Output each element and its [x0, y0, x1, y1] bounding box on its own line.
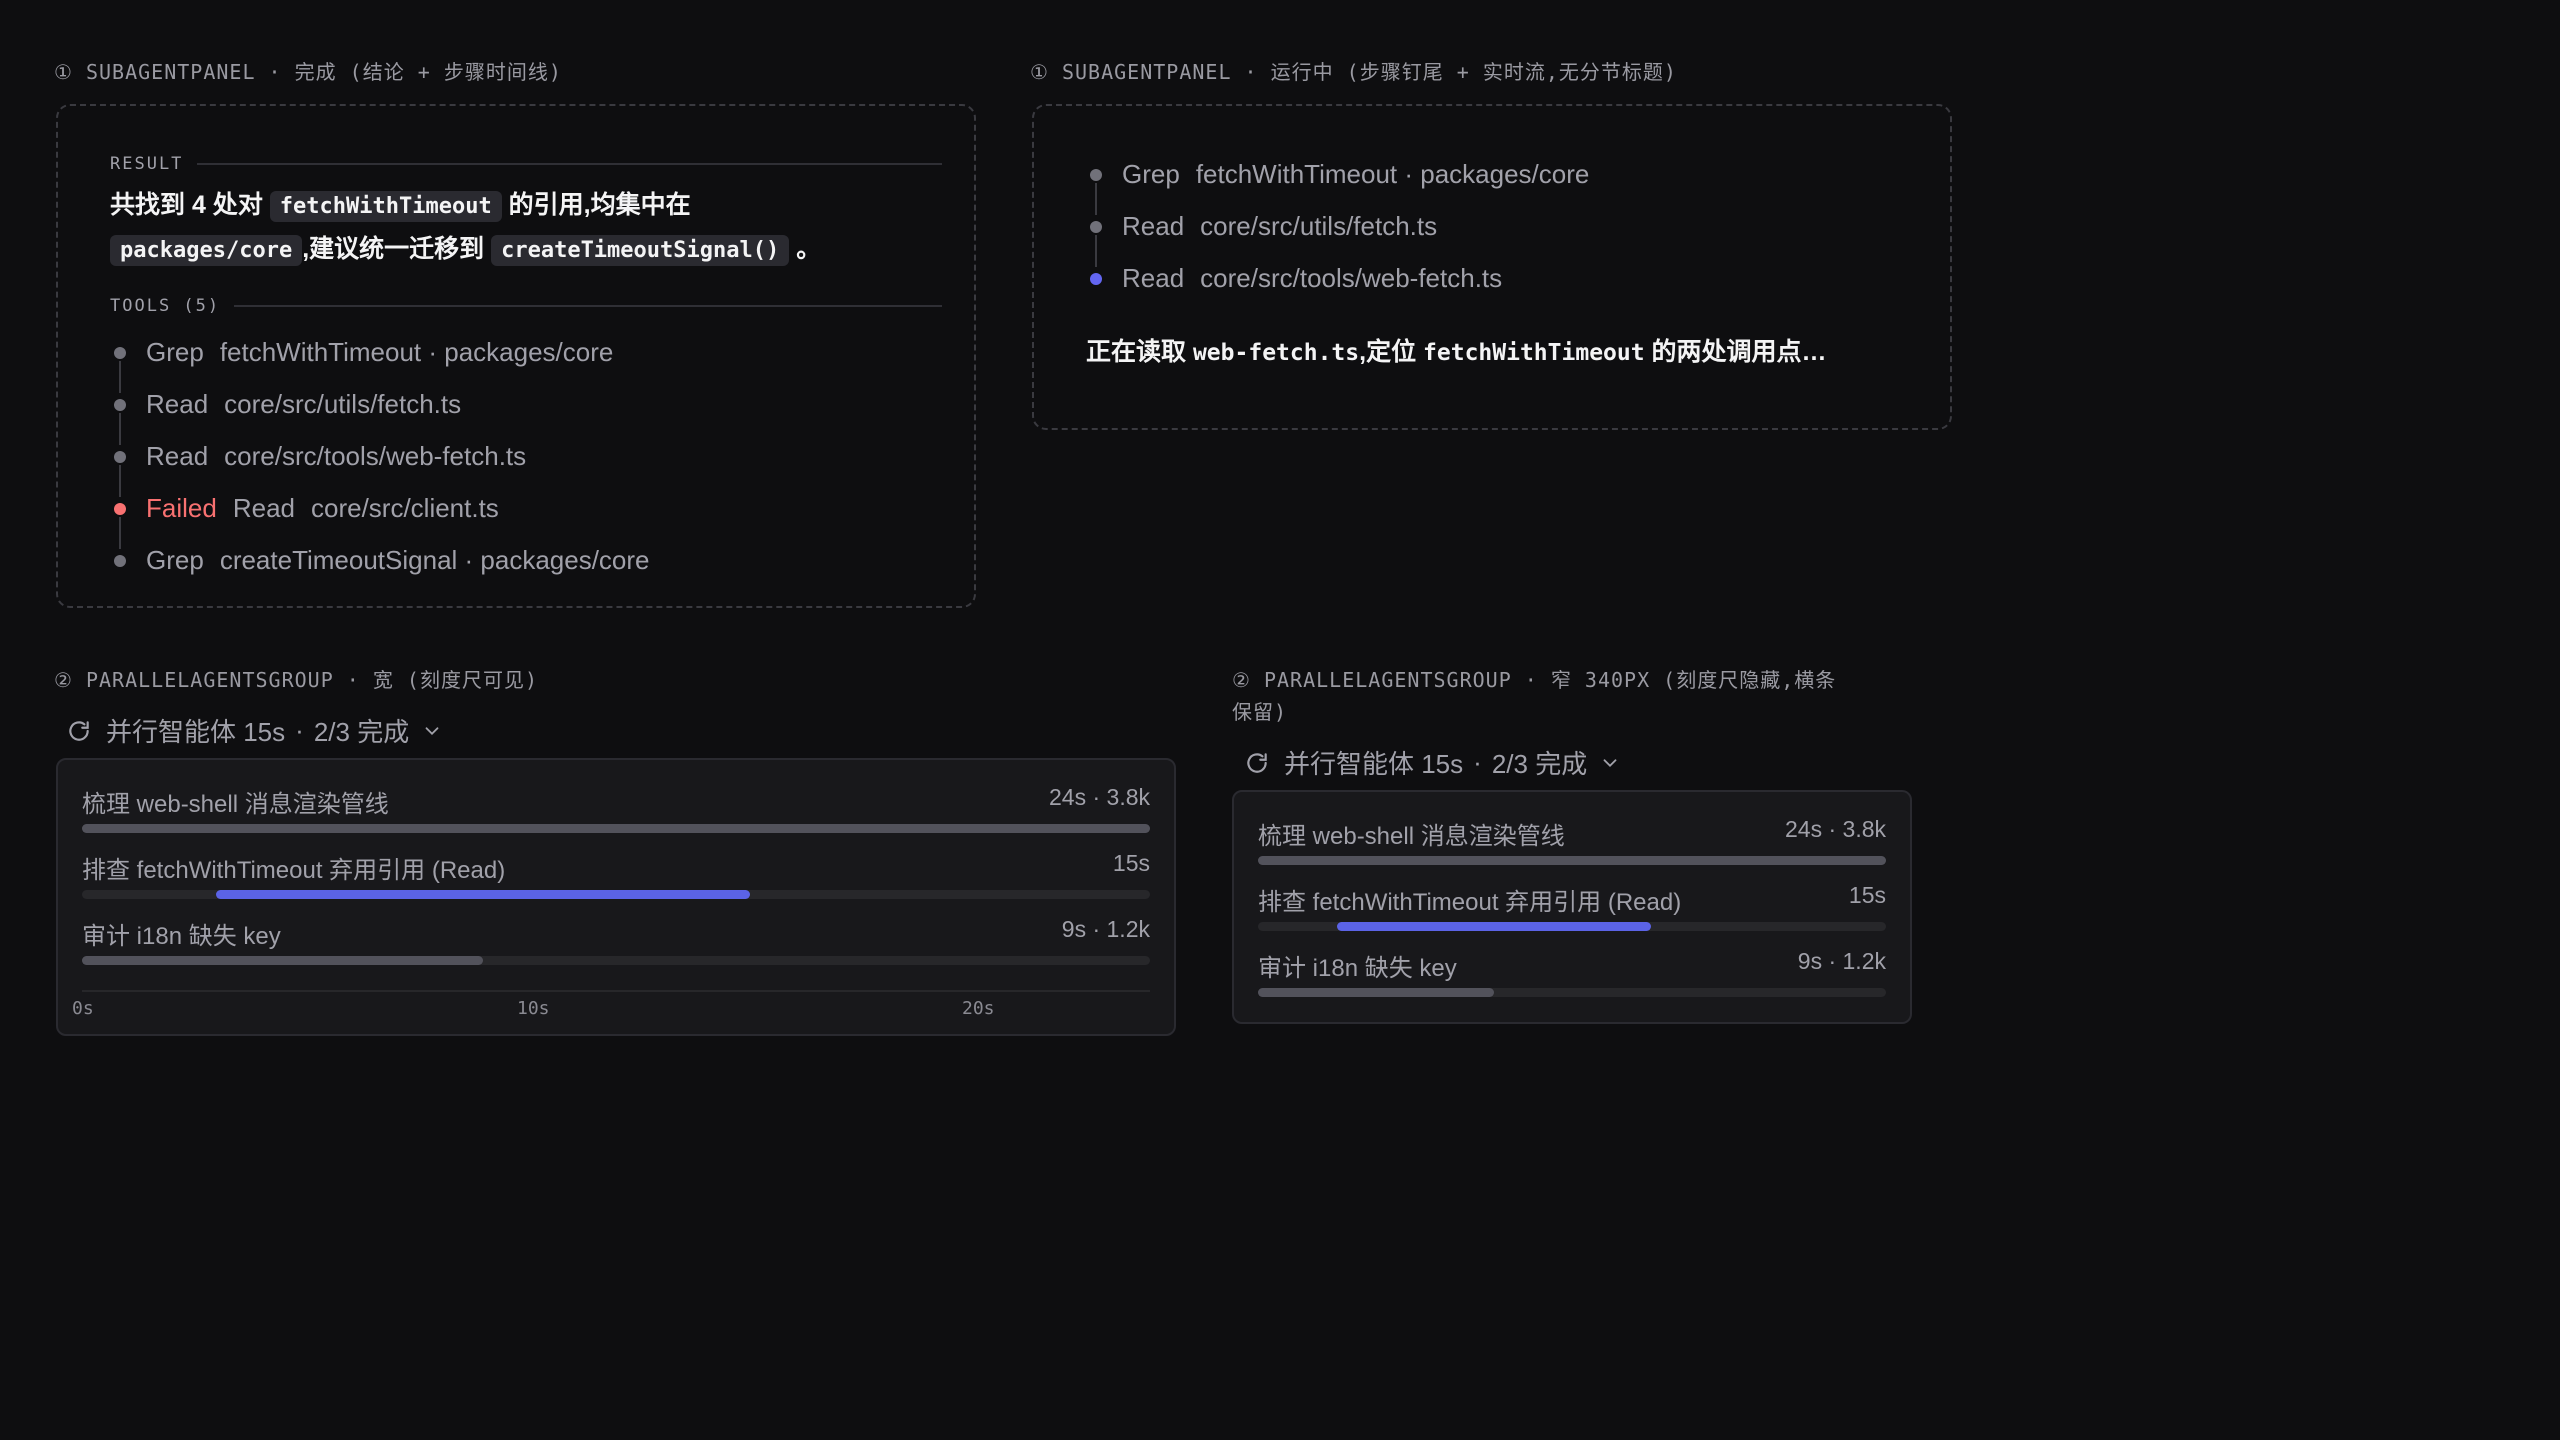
- agent-meta: 24s · 3.8k: [1049, 784, 1150, 810]
- tool-arg: createTimeoutSignal · packages/core: [219, 544, 650, 575]
- caption-panel-done: ① SUBAGENTPANEL · 完成 (结论 + 步骤时间线): [54, 60, 562, 84]
- agent-row[interactable]: 排查 fetchWithTimeout 弃用引用 (Read) 15s: [1258, 882, 1886, 948]
- tool-arg: core/src/tools/web-fetch.ts: [1200, 262, 1503, 293]
- tool-name: Read: [1122, 210, 1185, 241]
- tool-name: Read: [232, 492, 295, 523]
- tool-row-failed[interactable]: Failed Read core/src/client.ts: [114, 482, 650, 549]
- status-dot-icon: [114, 451, 126, 463]
- agent-meta: 15s: [1112, 850, 1150, 876]
- agent-meta: 9s · 1.2k: [1061, 916, 1150, 942]
- ruler-tick: 20s: [962, 998, 995, 1019]
- tool-arg: fetchWithTimeout · packages/core: [1195, 158, 1590, 189]
- result-heading: RESULT: [110, 154, 942, 174]
- chevron-down-icon: [1603, 758, 1617, 767]
- agent-progress-bar: [1336, 922, 1651, 931]
- failed-badge: Failed: [146, 492, 217, 523]
- refresh-icon: [1247, 752, 1267, 773]
- agent-row[interactable]: 梳理 web-shell 消息渲染管线 24s · 3.8k: [1258, 816, 1886, 882]
- agent-progress-track: [1258, 988, 1886, 997]
- tool-row[interactable]: Grep createTimeoutSignal · packages/core: [114, 534, 650, 586]
- tool-name: Read: [1122, 262, 1185, 293]
- code-packages-core: packages/core: [110, 235, 303, 266]
- agent-progress-track: [1258, 922, 1886, 931]
- refresh-icon: [69, 720, 89, 741]
- tool-name: Read: [146, 388, 209, 419]
- tool-arg: core/src/utils/fetch.ts: [1200, 210, 1438, 241]
- agent-progress-bar: [1258, 856, 1886, 865]
- tool-name: Grep: [1122, 158, 1180, 189]
- separator: ·: [1473, 747, 1482, 777]
- agent-progress-bar: [215, 890, 750, 899]
- error-dot-icon: [114, 503, 126, 515]
- status-dot-icon: [114, 347, 126, 359]
- caption-panel-running: ① SUBAGENTPANEL · 运行中 (步骤钉尾 + 实时流,无分节标题): [1030, 60, 1677, 84]
- tools-heading: TOOLS (5): [110, 296, 942, 316]
- ruler-tick: 10s: [517, 998, 550, 1019]
- agent-label: 排查 fetchWithTimeout 弃用引用 (Read): [1258, 889, 1682, 916]
- code-create-timeout-signal: createTimeoutSignal(): [491, 235, 790, 266]
- agent-progress-bar: [1258, 988, 1494, 997]
- agent-row[interactable]: 梳理 web-shell 消息渲染管线 24s · 3.8k: [82, 784, 1150, 850]
- status-dot-icon: [1090, 169, 1102, 181]
- parallel-agents-card-narrow: 梳理 web-shell 消息渲染管线 24s · 3.8k 排查 fetchW…: [1232, 790, 1912, 1024]
- agent-label: 审计 i18n 缺失 key: [82, 923, 281, 950]
- subagent-panel-done: RESULT 共找到 4 处对 fetchWithTimeout 的引用,均集中…: [56, 104, 976, 608]
- status-dot-icon: [114, 555, 126, 567]
- subagent-panel-running: Grep fetchWithTimeout · packages/core Re…: [1032, 104, 1952, 430]
- agent-label: 梳理 web-shell 消息渲染管线: [82, 791, 389, 818]
- running-dot-icon: [1090, 273, 1102, 285]
- time-ruler: 0s 10s 20s: [72, 990, 1150, 1019]
- agent-row[interactable]: 审计 i18n 缺失 key 9s · 1.2k: [82, 916, 1150, 982]
- caption-group-narrow: ② PARALLELAGENTSGROUP · 窄 340PX (刻度尺隐藏,横…: [1232, 668, 1837, 724]
- tool-timeline-done: Grep fetchWithTimeout · packages/core Re…: [114, 326, 650, 586]
- tool-name: Read: [146, 440, 209, 471]
- status-dot-icon: [114, 399, 126, 411]
- ruler-tick: 0s: [72, 998, 94, 1019]
- live-stream-text: 正在读取 web-fetch.ts,定位 fetchWithTimeout 的两…: [1086, 338, 1827, 366]
- caption-group-wide: ② PARALLELAGENTSGROUP · 宽 (刻度尺可见): [54, 668, 538, 692]
- agent-progress-track: [82, 890, 1150, 899]
- agent-meta: 9s · 1.2k: [1797, 948, 1886, 974]
- tool-row[interactable]: Grep fetchWithTimeout · packages/core: [114, 326, 650, 393]
- tool-name: Grep: [146, 336, 204, 367]
- group-progress: 2/3 完成: [313, 717, 410, 747]
- agent-label: 梳理 web-shell 消息渲染管线: [1258, 823, 1565, 850]
- group-progress: 2/3 完成: [1491, 749, 1588, 779]
- separator: ·: [295, 715, 304, 745]
- tool-row[interactable]: Read core/src/utils/fetch.ts: [1090, 200, 1589, 267]
- tool-arg: core/src/tools/web-fetch.ts: [224, 440, 527, 471]
- agent-row[interactable]: 审计 i18n 缺失 key 9s · 1.2k: [1258, 948, 1886, 1014]
- agent-progress-bar: [82, 824, 1150, 833]
- chevron-down-icon: [425, 726, 439, 735]
- agent-row[interactable]: 排查 fetchWithTimeout 弃用引用 (Read) 15s: [82, 850, 1150, 916]
- tool-name: Grep: [146, 544, 204, 575]
- result-text: 共找到 4 处对 fetchWithTimeout 的引用,均集中在 packa…: [110, 184, 942, 272]
- tool-row[interactable]: Read core/src/tools/web-fetch.ts: [114, 430, 650, 497]
- group-title: 并行智能体 15s: [106, 717, 286, 747]
- tool-row[interactable]: Grep fetchWithTimeout · packages/core: [1090, 148, 1590, 215]
- tool-arg: fetchWithTimeout · packages/core: [219, 336, 614, 367]
- agent-progress-track: [82, 824, 1150, 833]
- agent-progress-bar: [82, 956, 483, 965]
- agent-progress-track: [1258, 856, 1886, 865]
- tool-arg: core/src/utils/fetch.ts: [224, 388, 462, 419]
- tool-row[interactable]: Read core/src/utils/fetch.ts: [114, 378, 650, 445]
- parallel-agents-card-wide: 梳理 web-shell 消息渲染管线 24s · 3.8k 排查 fetchW…: [56, 758, 1176, 1036]
- tool-row-active[interactable]: Read core/src/tools/web-fetch.ts: [1090, 252, 1589, 304]
- agent-progress-track: [82, 956, 1150, 965]
- group-header-wide[interactable]: 并行智能体 15s · 2/3 完成: [66, 712, 443, 749]
- code-fetch-with-timeout: fetchWithTimeout: [269, 191, 502, 222]
- tool-timeline-running: Grep fetchWithTimeout · packages/core Re…: [1090, 148, 1589, 304]
- status-dot-icon: [1090, 221, 1102, 233]
- agent-label: 审计 i18n 缺失 key: [1258, 955, 1457, 982]
- agent-meta: 15s: [1848, 882, 1886, 908]
- agent-label: 排查 fetchWithTimeout 弃用引用 (Read): [82, 857, 506, 884]
- group-title: 并行智能体 15s: [1284, 749, 1464, 779]
- tool-arg: core/src/client.ts: [310, 492, 499, 523]
- group-header-narrow[interactable]: 并行智能体 15s · 2/3 完成: [1244, 744, 1621, 781]
- agent-meta: 24s · 3.8k: [1785, 816, 1886, 842]
